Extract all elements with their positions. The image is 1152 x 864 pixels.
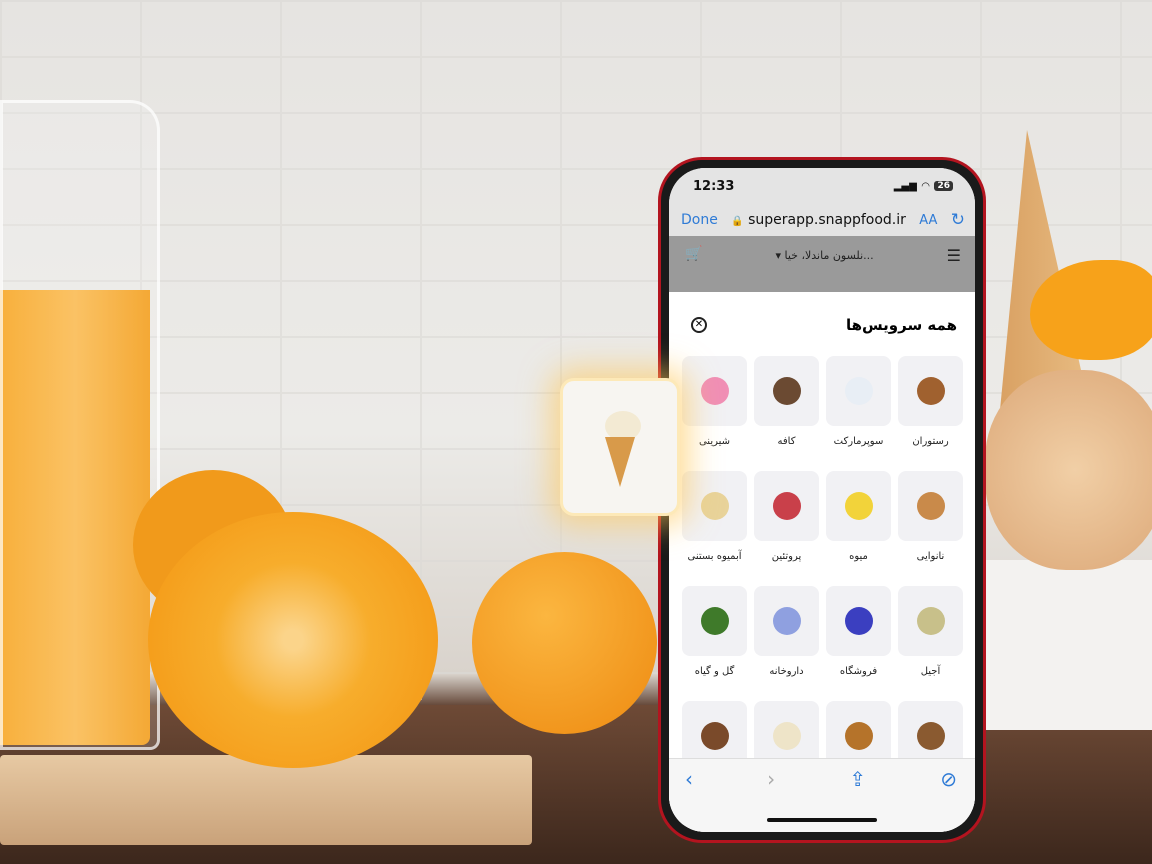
- floating-icecream-tile: [560, 378, 680, 516]
- service-tile[interactable]: [826, 356, 891, 426]
- service-label: داروخانه: [769, 666, 804, 677]
- lock-icon: 🔒: [731, 216, 744, 227]
- service-tile[interactable]: [826, 471, 891, 541]
- service-tile[interactable]: [898, 356, 963, 426]
- orange-background: [472, 552, 657, 734]
- service-item[interactable]: فروشگاه: [826, 586, 891, 701]
- chevron-down-icon: ▾: [775, 249, 781, 262]
- status-time: 12:33: [693, 178, 735, 194]
- status-bar: 12:33 ▂▄▆ ◠ 26: [669, 168, 975, 204]
- service-icon: [772, 377, 801, 405]
- service-label: سوپرمارکت: [833, 436, 884, 447]
- service-label: شیرینی: [698, 436, 731, 447]
- service-tile[interactable]: [754, 586, 819, 656]
- service-tile[interactable]: [898, 586, 963, 656]
- service-item[interactable]: داروخانه: [754, 586, 819, 701]
- service-item[interactable]: پروتئین: [754, 471, 819, 586]
- service-icon: [916, 722, 945, 750]
- app-header: 🛒 ▾ نلسون ماندلا، خیا... ☰: [669, 236, 975, 292]
- service-item[interactable]: کافه: [754, 356, 819, 471]
- cart-icon[interactable]: 🛒: [685, 246, 702, 262]
- service-icon: [772, 492, 801, 520]
- icecream-scoop: [985, 370, 1152, 570]
- reload-icon[interactable]: ↻: [951, 210, 965, 230]
- service-icon: [772, 722, 801, 750]
- url-field[interactable]: 🔒 superapp.snappfood.ir: [731, 212, 906, 228]
- service-tile[interactable]: [682, 356, 747, 426]
- service-label: کافه: [777, 436, 796, 447]
- service-icon: [916, 377, 945, 405]
- share-icon[interactable]: ⇪: [849, 767, 866, 832]
- service-item[interactable]: رستوران: [898, 356, 963, 471]
- service-label: فروشگاه: [839, 666, 878, 677]
- back-button[interactable]: ‹: [685, 767, 693, 832]
- service-label: آجیل: [920, 666, 941, 677]
- orange-half: [148, 512, 438, 768]
- service-icon: [700, 377, 729, 405]
- menu-icon[interactable]: ☰: [947, 246, 961, 265]
- service-tile[interactable]: [754, 356, 819, 426]
- service-icon: [844, 492, 873, 520]
- service-icon: [700, 722, 729, 750]
- icecream-scoop-icon: [605, 411, 641, 441]
- service-label: گل و گیاه: [694, 666, 735, 677]
- service-item[interactable]: شیرینی: [682, 356, 747, 471]
- services-grid: رستوران سوپرمارکت کافه شیرینی نانوایی میوه پرو…: [681, 356, 963, 816]
- compass-icon[interactable]: ⊘: [940, 767, 957, 832]
- signal-icon: ▂▄▆: [893, 180, 917, 192]
- service-label: میوه: [849, 551, 868, 562]
- service-label: نانوایی: [916, 551, 945, 562]
- phone-screen: 12:33 ▂▄▆ ◠ 26 Done 🔒 superapp.snappfood.i…: [669, 168, 975, 832]
- service-item[interactable]: آبمیوه بستنی: [682, 471, 747, 586]
- juice-glass: [0, 100, 160, 750]
- forward-button[interactable]: ›: [767, 767, 775, 832]
- battery-icon: 26: [934, 181, 953, 191]
- service-item[interactable]: میوه: [826, 471, 891, 586]
- service-item[interactable]: سوپرمارکت: [826, 356, 891, 471]
- service-icon: [844, 377, 873, 405]
- icecream-cup: [985, 560, 1152, 730]
- service-label: رستوران: [912, 436, 949, 447]
- service-item[interactable]: نانوایی: [898, 471, 963, 586]
- close-icon[interactable]: ✕: [691, 317, 707, 333]
- service-tile[interactable]: [754, 471, 819, 541]
- done-button[interactable]: Done: [681, 212, 718, 228]
- service-icon: [844, 607, 873, 635]
- service-icon: [700, 607, 729, 635]
- service-label: آبمیوه بستنی: [687, 551, 742, 562]
- address-selector[interactable]: ▾ نلسون ماندلا، خیا...: [775, 249, 873, 262]
- browser-bar: Done 🔒 superapp.snappfood.ir AA ↻: [669, 204, 975, 236]
- service-icon: [772, 607, 801, 635]
- wifi-icon: ◠: [921, 180, 930, 192]
- service-label: پروتئین: [771, 551, 802, 562]
- service-tile[interactable]: [682, 471, 747, 541]
- service-tile[interactable]: [898, 471, 963, 541]
- service-item[interactable]: آجیل: [898, 586, 963, 701]
- address-text: نلسون ماندلا، خیا...: [784, 249, 874, 262]
- service-item[interactable]: گل و گیاه: [682, 586, 747, 701]
- service-icon: [700, 492, 729, 520]
- service-icon: [844, 722, 873, 750]
- service-tile[interactable]: [682, 586, 747, 656]
- phone-mockup: 12:33 ▂▄▆ ◠ 26 Done 🔒 superapp.snappfood.i…: [658, 157, 986, 843]
- icecream-cone-icon: [605, 437, 635, 487]
- url-text: superapp.snappfood.ir: [748, 212, 906, 228]
- home-indicator: [767, 818, 877, 822]
- service-icon: [916, 607, 945, 635]
- services-sheet: ✕ همه سرویس‌ها رستوران سوپرمارکت کافه شیرین…: [669, 296, 975, 832]
- sheet-title: همه سرویس‌ها: [845, 316, 957, 334]
- text-size-button[interactable]: AA: [919, 213, 937, 228]
- service-icon: [916, 492, 945, 520]
- cutting-board: [0, 755, 532, 845]
- service-tile[interactable]: [826, 586, 891, 656]
